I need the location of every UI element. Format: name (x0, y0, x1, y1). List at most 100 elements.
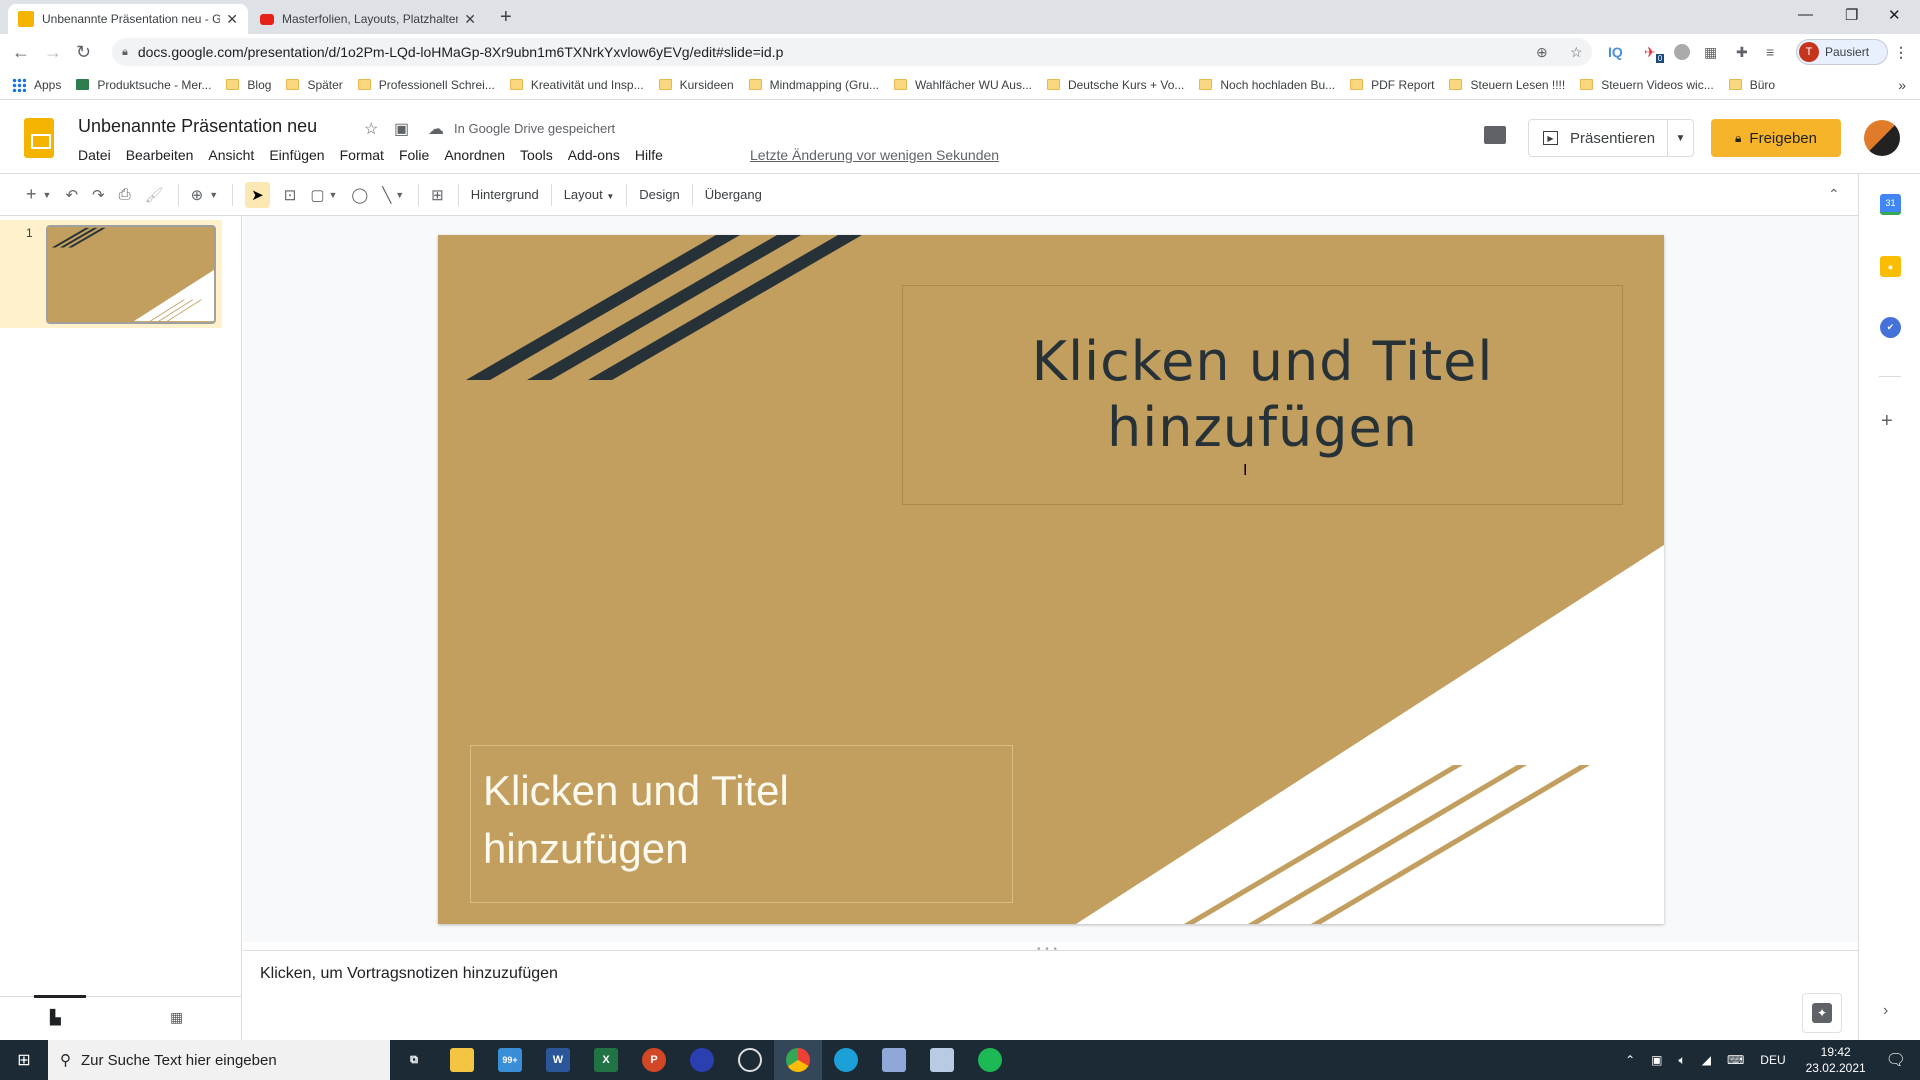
zoom-icon[interactable]: ⊕ (191, 186, 204, 204)
forward-icon[interactable]: → (44, 42, 62, 63)
menu-addons[interactable]: Add-ons (568, 147, 620, 163)
extensions-puzzle-icon[interactable]: ✚ (1736, 44, 1748, 61)
browser-menu-icon[interactable]: ⋮ (1894, 44, 1908, 61)
restore-icon[interactable]: ❐ (1845, 6, 1858, 24)
grid-view-icon[interactable]: ▦ (170, 1009, 183, 1026)
zoom-icon[interactable]: ⊕ (1536, 44, 1548, 61)
back-icon[interactable]: ← (12, 42, 30, 63)
bookmark-item[interactable]: Wahlfächer WU Aus... (894, 78, 1032, 92)
collapse-toolbar-icon[interactable]: ⌃ (1828, 186, 1840, 203)
bookmark-item[interactable]: Kursideen (658, 78, 734, 92)
clock[interactable]: 19:42 23.02.2021 (1806, 1044, 1866, 1076)
edge-icon[interactable] (822, 1040, 870, 1080)
undo-icon[interactable]: ↶ (65, 186, 78, 204)
document-title[interactable]: Unbenannte Präsentation neu (78, 116, 317, 137)
reload-icon[interactable]: ↻ (76, 42, 91, 63)
new-slide-dropdown-icon[interactable]: ▼ (43, 190, 52, 200)
menu-format[interactable]: Format (340, 147, 384, 163)
present-dropdown-icon[interactable]: ▼ (1667, 120, 1693, 156)
wifi-icon[interactable]: ◢ (1702, 1053, 1711, 1067)
menu-bearbeiten[interactable]: Bearbeiten (126, 147, 194, 163)
speaker-notes[interactable]: Klicken, um Vortragsnotizen hinzuzufügen… (243, 950, 1858, 1040)
slides-logo-icon[interactable] (24, 118, 54, 158)
word-icon[interactable]: W (534, 1040, 582, 1080)
shape-icon[interactable]: ◯ (351, 186, 368, 204)
bookmark-item[interactable]: Mindmapping (Gru... (748, 78, 879, 92)
menu-anordnen[interactable]: Anordnen (444, 147, 505, 163)
tasks-icon[interactable]: ✔ (1880, 317, 1901, 338)
powerpoint-icon[interactable]: P (630, 1040, 678, 1080)
stats-extension-icon[interactable]: ▦ (1704, 44, 1717, 61)
minimize-icon[interactable]: — (1798, 6, 1813, 23)
new-tab-button[interactable]: + (500, 6, 512, 29)
bookmark-item[interactable]: Steuern Lesen !!!! (1449, 78, 1565, 92)
keyboard-icon[interactable]: ⌨ (1727, 1053, 1744, 1067)
insert-comment-icon[interactable]: ⊞ (431, 186, 444, 204)
close-tab-icon[interactable]: ✕ (226, 11, 238, 28)
editor-app-icon[interactable] (870, 1040, 918, 1080)
last-edit-link[interactable]: Letzte Änderung vor wenigen Sekunden (750, 147, 999, 163)
filmstrip-view-icon[interactable]: ▙ (50, 1009, 61, 1026)
iq-extension-icon[interactable]: IQ (1608, 44, 1623, 60)
obs-icon[interactable] (726, 1040, 774, 1080)
bird-extension-icon[interactable]: ✈ 0 (1644, 44, 1665, 63)
url-input[interactable]: 🔒︎ docs.google.com/presentation/d/1o2Pm-… (112, 38, 1592, 66)
spotify-icon[interactable] (966, 1040, 1014, 1080)
design-button[interactable]: Design (639, 187, 679, 202)
title-placeholder[interactable]: Klicken und Titel hinzufügen (902, 285, 1623, 505)
keep-icon[interactable]: ● (1880, 256, 1901, 277)
taskbar-search[interactable]: ⚲ Zur Suche Text hier eingeben (48, 1040, 390, 1080)
paint-format-icon[interactable]: 🖌︎ (145, 186, 164, 204)
tab-youtube[interactable]: Masterfolien, Layouts, Platzhalter ✕ (250, 4, 486, 34)
bookmark-apps[interactable]: Apps (12, 77, 61, 92)
image-dropdown-icon[interactable]: ▼ (329, 190, 338, 200)
notifications-icon[interactable]: 🗨︎ (1886, 1050, 1906, 1070)
bookmark-item[interactable]: Deutsche Kurs + Vo... (1046, 78, 1184, 92)
task-view-icon[interactable]: ⧉ (390, 1040, 438, 1080)
show-hidden-icons[interactable]: ⌃ (1625, 1053, 1635, 1067)
bookmark-item[interactable]: PDF Report (1350, 78, 1434, 92)
image-icon[interactable]: ▢ (310, 186, 324, 204)
bookmark-item[interactable]: Produktsuche - Mer... (76, 78, 211, 92)
calendar-icon[interactable]: 31 (1880, 194, 1901, 215)
user-avatar[interactable] (1864, 120, 1900, 156)
bookmark-item[interactable]: Kreativität und Insp... (509, 78, 644, 92)
print-icon[interactable]: ⎙ (119, 186, 131, 203)
close-window-icon[interactable]: ✕ (1888, 6, 1901, 24)
comments-icon[interactable] (1484, 126, 1506, 144)
share-button[interactable]: 🔒︎ Freigeben (1711, 119, 1841, 157)
bookmark-item[interactable]: Professionell Schrei... (357, 78, 495, 92)
profile-button[interactable]: T Pausiert (1796, 39, 1888, 65)
slide[interactable]: Klicken und Titel hinzufügen Klicken und… (438, 235, 1664, 924)
line-dropdown-icon[interactable]: ▼ (395, 190, 404, 200)
select-cursor-icon[interactable]: ➤ (245, 181, 270, 208)
redo-icon[interactable]: ↷ (92, 186, 105, 204)
audacity-icon[interactable] (678, 1040, 726, 1080)
slide-thumbnail[interactable] (46, 225, 216, 324)
menu-folie[interactable]: Folie (399, 147, 429, 163)
text-box-icon[interactable]: ⊡ (284, 186, 297, 204)
line-icon[interactable]: ╲ (382, 186, 391, 204)
file-explorer-icon[interactable] (438, 1040, 486, 1080)
menu-tools[interactable]: Tools (520, 147, 553, 163)
volume-icon[interactable]: 🔈︎ (1679, 1053, 1686, 1068)
bookmark-item[interactable]: Büro (1728, 78, 1775, 92)
present-button[interactable]: ▶ Präsentieren ▼ (1528, 119, 1694, 157)
camera-icon[interactable]: ▣ (1651, 1053, 1662, 1067)
notepad-app-icon[interactable] (918, 1040, 966, 1080)
tab-slides[interactable]: Unbenannte Präsentation neu - G ✕ (8, 4, 248, 34)
mail-icon[interactable]: 99+ (486, 1040, 534, 1080)
media-control-icon[interactable]: ≡ (1766, 44, 1774, 60)
subtitle-placeholder[interactable]: Klicken und Titel hinzufügen (470, 745, 1013, 903)
menu-ansicht[interactable]: Ansicht (208, 147, 254, 163)
language-indicator[interactable]: DEU (1760, 1053, 1785, 1067)
layout-button[interactable]: Layout ▼ (564, 187, 615, 202)
bookmark-item[interactable]: Blog (226, 78, 271, 92)
move-folder-icon[interactable]: ▣ (394, 119, 409, 139)
more-bookmarks-icon[interactable]: » (1898, 77, 1906, 93)
expand-panel-icon[interactable]: › (1883, 1002, 1888, 1020)
add-addon-icon[interactable]: + (1881, 410, 1893, 433)
background-button[interactable]: Hintergrund (471, 187, 539, 202)
star-icon[interactable]: ☆ (364, 119, 378, 139)
new-slide-icon[interactable]: + (26, 184, 37, 205)
